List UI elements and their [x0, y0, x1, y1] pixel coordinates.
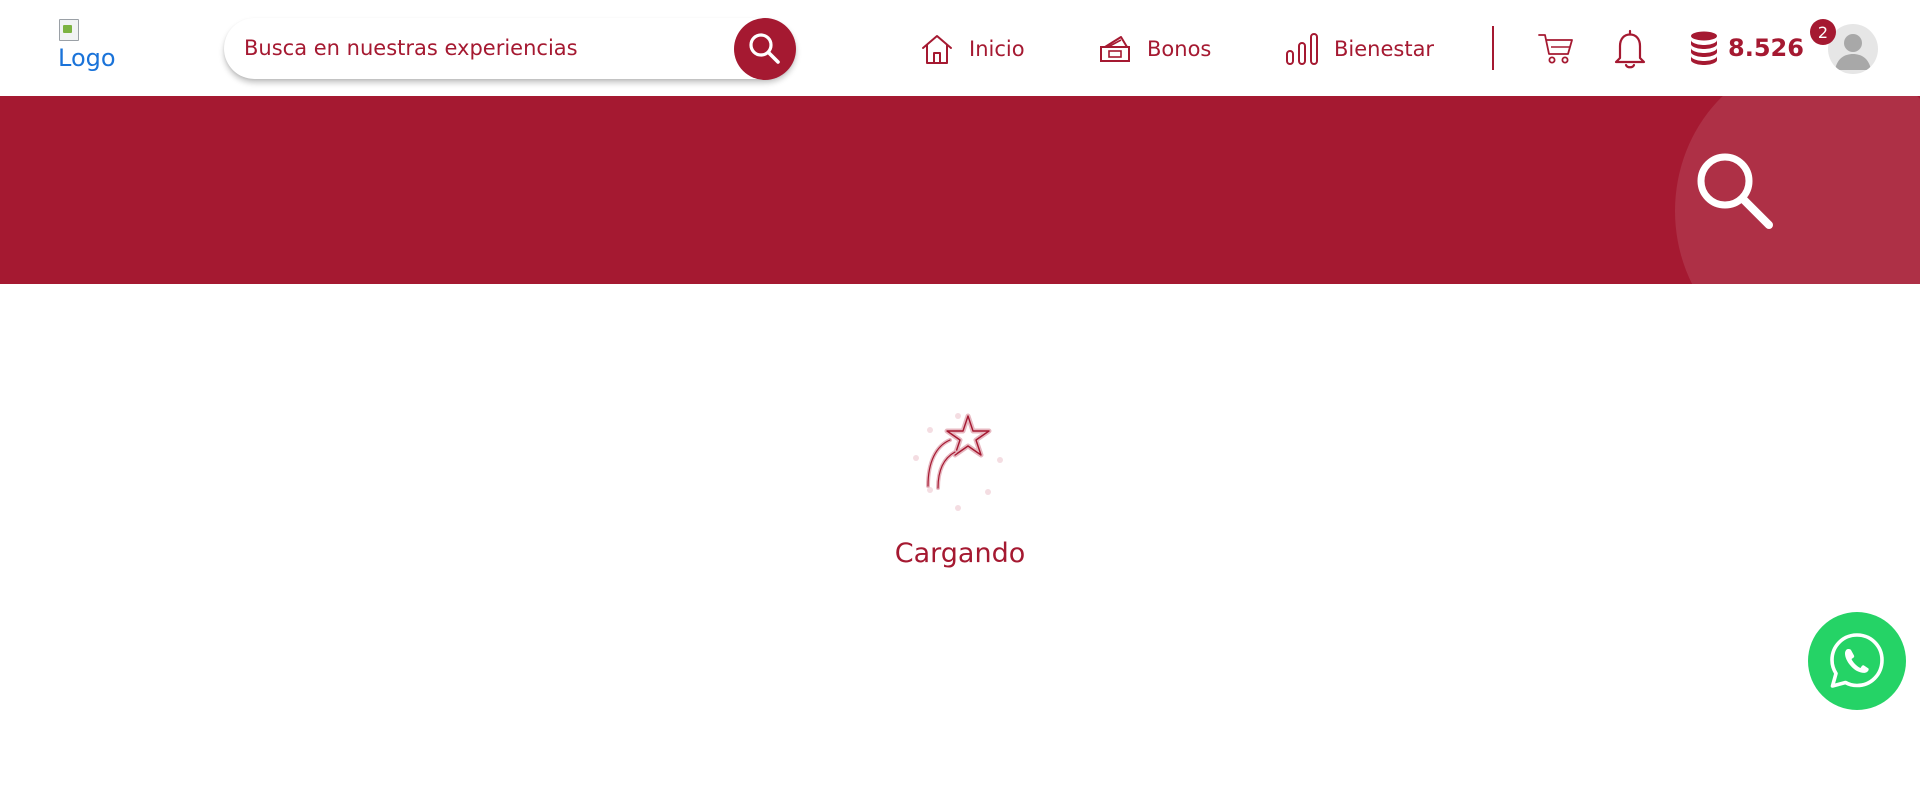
loading-indicator: Cargando [0, 390, 1920, 590]
nav-item-inicio[interactable]: Inicio [919, 30, 1025, 68]
cart-icon [1538, 34, 1573, 64]
search-input[interactable] [244, 30, 724, 66]
coins-icon [1691, 31, 1717, 65]
whatsapp-icon [1830, 633, 1884, 688]
nav-label-inicio: Inicio [969, 37, 1025, 61]
search-banner [0, 96, 1920, 284]
notification-count-badge: 2 [1810, 19, 1836, 45]
notifications-button[interactable] [1612, 28, 1648, 75]
header-divider [1492, 26, 1494, 70]
shooting-star-icon [913, 413, 1003, 511]
logo[interactable]: Logo [58, 18, 128, 78]
broken-image-icon [58, 18, 82, 42]
nav-item-bienestar[interactable]: Bienestar [1284, 30, 1434, 68]
home-icon [922, 35, 952, 64]
whatsapp-button[interactable] [1808, 612, 1906, 710]
nav-item-bonos[interactable]: Bonos [1097, 30, 1211, 68]
nav-label-bonos: Bonos [1147, 37, 1212, 61]
search-icon [749, 33, 780, 64]
bell-icon [1614, 29, 1646, 69]
bar-chart-icon [1286, 33, 1318, 65]
search-bar [224, 18, 796, 80]
top-header: Logo Inicio Bonos [0, 0, 1920, 96]
search-button[interactable] [734, 18, 796, 80]
points-balance[interactable]: 8.526 [1688, 30, 1804, 66]
logo-alt-text: Logo [58, 44, 116, 72]
loading-text: Cargando [894, 538, 1026, 569]
voucher-icon [1100, 36, 1130, 62]
nav-label-bienestar: Bienestar [1334, 37, 1435, 61]
cart-button[interactable] [1537, 30, 1575, 71]
points-value: 8.526 [1728, 34, 1804, 62]
search-icon [1697, 153, 1773, 229]
